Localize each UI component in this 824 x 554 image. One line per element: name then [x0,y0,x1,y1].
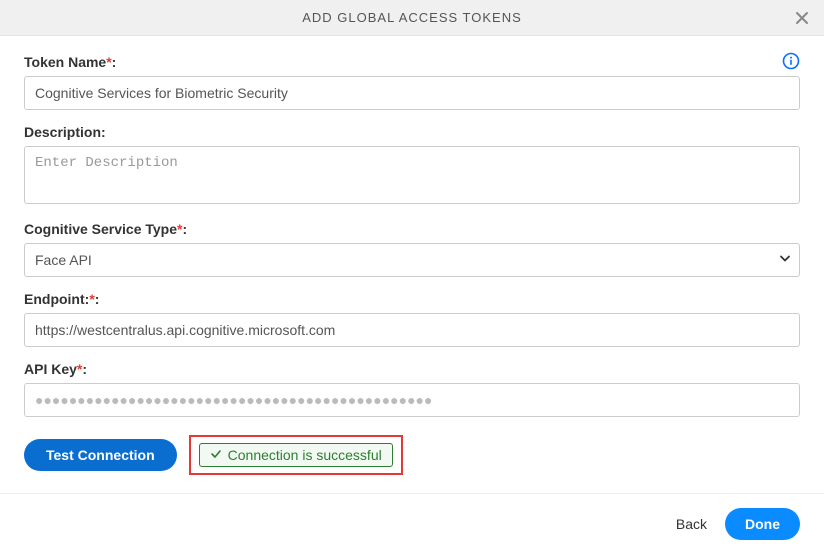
service-type-label: Cognitive Service Type*: [24,221,187,237]
service-type-select[interactable]: Face API [24,243,800,277]
connection-status-badge: Connection is successful [199,443,393,467]
endpoint-field: Endpoint:*: [24,291,800,347]
check-icon [210,447,222,463]
dialog-header: ADD GLOBAL ACCESS TOKENS [0,0,824,36]
service-type-field: Cognitive Service Type*: Face API [24,221,800,277]
test-connection-button[interactable]: Test Connection [24,439,177,471]
description-field: Description: [24,124,800,207]
dialog-footer: Back Done [0,493,824,554]
description-label: Description: [24,124,106,140]
endpoint-input[interactable] [24,313,800,347]
connection-status-text: Connection is successful [228,447,382,463]
back-button[interactable]: Back [676,516,707,532]
token-name-field: Token Name*: [24,54,800,110]
api-key-field: API Key*: [24,361,800,417]
description-input[interactable] [24,146,800,204]
api-key-label: API Key*: [24,361,87,377]
close-button[interactable] [790,6,814,30]
info-icon[interactable] [782,52,800,73]
status-highlight-frame: Connection is successful [189,435,403,475]
token-name-label: Token Name*: [24,54,116,70]
api-key-input[interactable] [24,383,800,417]
form-body: Token Name*: Description: Cognitive Serv… [0,36,824,493]
token-name-input[interactable] [24,76,800,110]
test-connection-row: Test Connection Connection is successful [24,435,800,475]
done-button[interactable]: Done [725,508,800,540]
endpoint-label: Endpoint:*: [24,291,99,307]
close-icon [794,10,810,26]
service-type-selected: Face API [24,243,800,277]
dialog-title: ADD GLOBAL ACCESS TOKENS [302,10,522,25]
